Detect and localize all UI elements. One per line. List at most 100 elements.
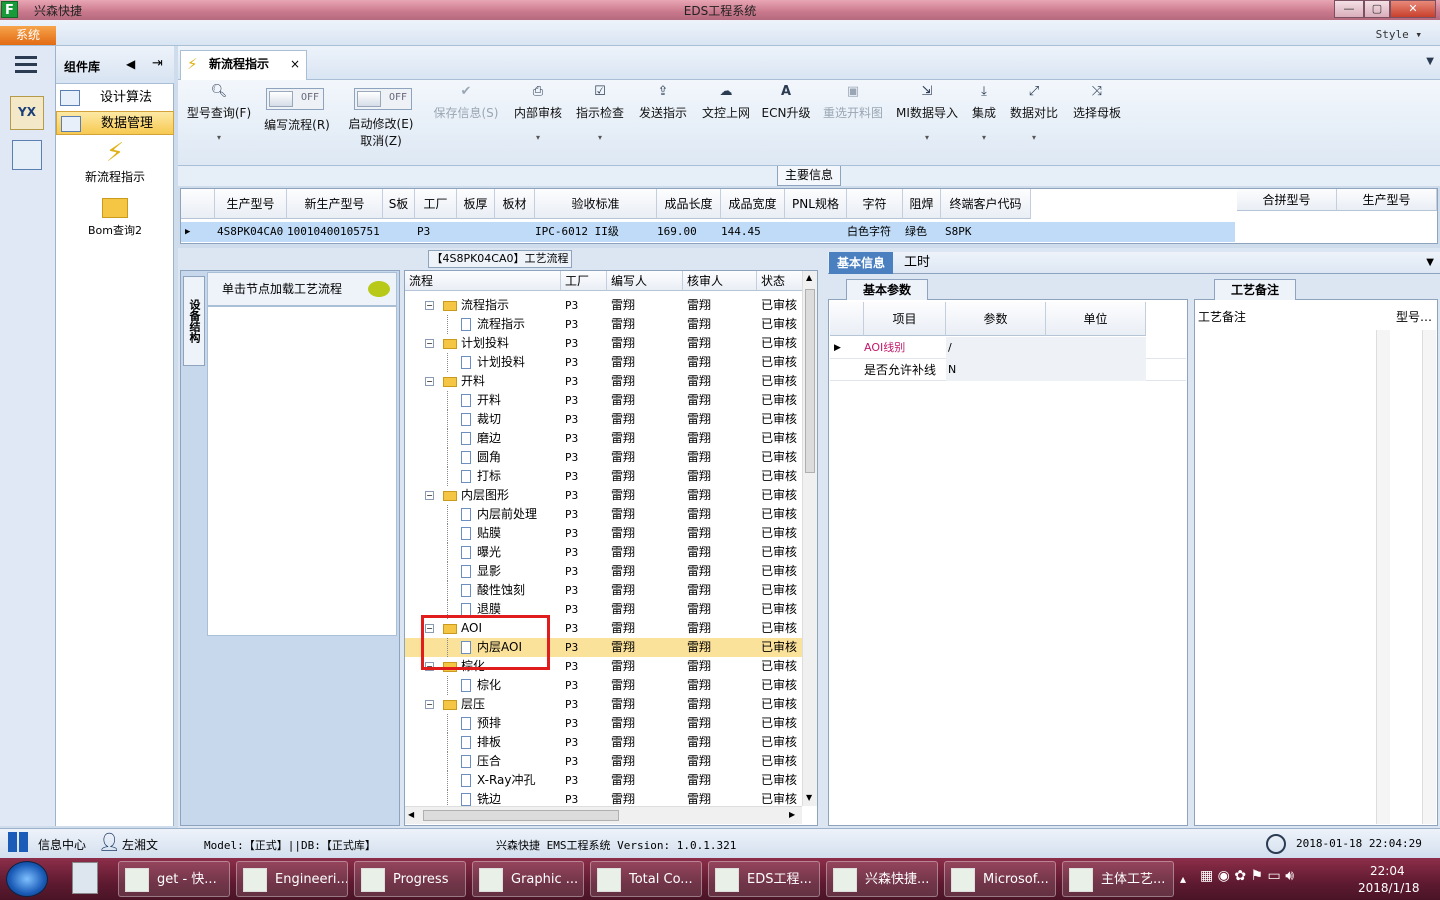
write-flow-toggle[interactable]: OFF [266,88,324,110]
col-header[interactable]: 成品宽度 [721,189,785,219]
tray-show-hidden-icon[interactable]: ▴ [1180,872,1186,886]
param-value[interactable]: N [946,359,1046,381]
menu-icon[interactable] [15,52,37,77]
collapse-node-icon[interactable]: − [425,377,434,386]
model-query-button[interactable]: 🔍︎ 型号查询(F) ▾ [184,84,254,142]
start-button[interactable] [6,861,48,897]
tree-row[interactable]: 内层前处理 P3 雷翔 雷翔 已审核 [405,505,803,524]
col-header[interactable]: 终端客户代码 [941,189,1031,219]
tree-row[interactable]: − 计划投料 P3 雷翔 雷翔 已审核 [405,334,803,353]
table-row[interactable]: ▶ AOI线别 / [830,337,1186,359]
yx-module-icon[interactable]: YX [10,96,44,130]
instruction-check-button[interactable]: ☑ 指示检查 ▾ [572,84,628,142]
taskbar-item[interactable]: Microsof... [944,861,1056,897]
col-header[interactable]: 生产型号 [1337,189,1437,211]
col-header[interactable]: PNL规格 [785,189,847,219]
equipment-structure-tab[interactable]: 设备结构 [183,276,205,366]
tree-row[interactable]: 排板 P3 雷翔 雷翔 已审核 [405,733,803,752]
col-header[interactable]: 成品长度 [657,189,721,219]
tree-row[interactable]: 贴膜 P3 雷翔 雷翔 已审核 [405,524,803,543]
tab-basic-params[interactable]: 基本参数 [846,279,928,300]
tree-row[interactable]: − 开料 P3 雷翔 雷翔 已审核 [405,372,803,391]
maximize-button[interactable]: ▢ [1364,0,1390,18]
tab-work-hours[interactable]: 工时 [904,252,930,274]
system-menu-button[interactable]: 系统 [0,26,56,45]
taskbar-item[interactable]: Progress [354,861,466,897]
taskbar-item[interactable]: EDS工程... [708,861,820,897]
sidebar-item-data-management[interactable]: 数据管理 [56,111,174,135]
tree-row[interactable]: 显影 P3 雷翔 雷翔 已审核 [405,562,803,581]
doc-control-upload-button[interactable]: ☁ 文控上网 [698,84,754,121]
tab-close-icon[interactable]: × [290,51,300,77]
collapse-node-icon[interactable]: − [425,301,434,310]
calendar-module-icon[interactable] [12,140,42,170]
tree-row[interactable]: 酸性蚀刻 P3 雷翔 雷翔 已审核 [405,581,803,600]
tab-process-notes[interactable]: 工艺备注 [1214,279,1296,300]
data-compare-button[interactable]: ⤢ 数据对比 ▾ [1008,84,1060,142]
select-mother-board-button[interactable]: ⤨ 选择母板 [1070,84,1124,121]
tree-vertical-scrollbar[interactable]: ▲ ▼ [802,271,817,806]
col-header[interactable]: 工厂 [415,189,457,219]
col-header[interactable]: 板厚 [457,189,495,219]
col-header[interactable]: 项目 [864,302,946,336]
col-header[interactable]: 字符 [847,189,903,219]
collapse-node-icon[interactable]: − [425,491,434,500]
tab-list-chevron-icon[interactable]: ▼ [1426,56,1434,67]
equipment-tree-area[interactable] [207,306,397,636]
pin-icon[interactable]: ⇥ [152,56,163,71]
collapse-node-icon[interactable]: − [425,700,434,709]
minimize-button[interactable]: — [1334,0,1364,18]
col-header[interactable]: 参数 [946,302,1046,336]
col-header[interactable]: 状态 [757,271,803,291]
style-menu[interactable]: Style ▾ [1376,28,1422,41]
param-value[interactable]: / [946,337,1046,359]
bom-query-item[interactable]: Bom查询2 [56,196,174,242]
tree-row[interactable]: 圆角 P3 雷翔 雷翔 已审核 [405,448,803,467]
tree-row[interactable]: 流程指示 P3 雷翔 雷翔 已审核 [405,315,803,334]
collapse-node-icon[interactable]: − [425,339,434,348]
tree-row[interactable]: − 内层图形 P3 雷翔 雷翔 已审核 [405,486,803,505]
send-instruction-button[interactable]: ⇪ 发送指示 [634,84,692,121]
mi-data-import-button[interactable]: ⇲ MI数据导入 ▾ [892,84,962,142]
scroll-up-icon[interactable]: ▲ [806,273,812,282]
tree-row[interactable]: 裁切 P3 雷翔 雷翔 已审核 [405,410,803,429]
tab-list-chevron-icon[interactable]: ▼ [1426,257,1434,268]
taskbar-item[interactable]: 主体工艺... [1062,861,1174,897]
taskbar-item[interactable]: Engineeri... [236,861,348,897]
scroll-right-icon[interactable]: ▶ [789,810,795,819]
tree-row[interactable]: 棕化 P3 雷翔 雷翔 已审核 [405,676,803,695]
tab-new-flow-instruction[interactable]: ⚡ 新流程指示 × [180,50,307,80]
collapse-left-icon[interactable]: ◀ [126,57,135,71]
save-info-button[interactable]: ✔ 保存信息(S) [430,84,502,121]
col-header[interactable]: 编写人 [607,271,683,291]
taskbar-item[interactable]: 兴森快捷... [826,861,938,897]
col-header[interactable]: 流程 [405,271,561,291]
sidebar-item-design-algorithm[interactable]: 设计算法 [56,86,174,110]
model-scrollbar[interactable] [1422,330,1436,824]
tree-row[interactable]: 开料 P3 雷翔 雷翔 已审核 [405,391,803,410]
info-center-link[interactable]: 信息中心 [38,836,86,853]
taskbar-item[interactable]: get - 快... [118,861,230,897]
close-window-button[interactable]: ✕ [1390,0,1436,18]
col-header[interactable]: 工厂 [561,271,607,291]
scroll-thumb[interactable] [805,289,815,473]
col-header[interactable]: 单位 [1046,302,1146,336]
tree-row[interactable]: 预排 P3 雷翔 雷翔 已审核 [405,714,803,733]
col-header[interactable]: 新生产型号 [287,189,383,219]
param-unit[interactable] [1046,359,1146,381]
scroll-left-icon[interactable]: ◀ [408,810,414,819]
start-modify-toggle[interactable]: OFF [354,88,412,110]
taskbar-item[interactable]: Graphic ... [472,861,584,897]
main-info-title[interactable]: 主要信息 [777,166,841,186]
tree-row[interactable]: 压合 P3 雷翔 雷翔 已审核 [405,752,803,771]
integrate-button[interactable]: ⤓ 集成 ▾ [966,84,1002,142]
tray-icons[interactable]: ▦ ◉ ✿ ⚑ ▭ 🔊︎ [1200,868,1294,884]
tree-row[interactable]: 打标 P3 雷翔 雷翔 已审核 [405,467,803,486]
col-header[interactable]: S板 [383,189,415,219]
col-header[interactable]: 核审人 [683,271,757,291]
tree-horizontal-scrollbar[interactable]: ◀ ▶ [405,806,802,824]
scroll-down-icon[interactable]: ▼ [806,793,812,802]
tab-basic-info[interactable]: 基本信息 [829,252,893,274]
scroll-thumb[interactable] [423,810,619,821]
tree-row[interactable]: X-Ray冲孔 P3 雷翔 雷翔 已审核 [405,771,803,790]
